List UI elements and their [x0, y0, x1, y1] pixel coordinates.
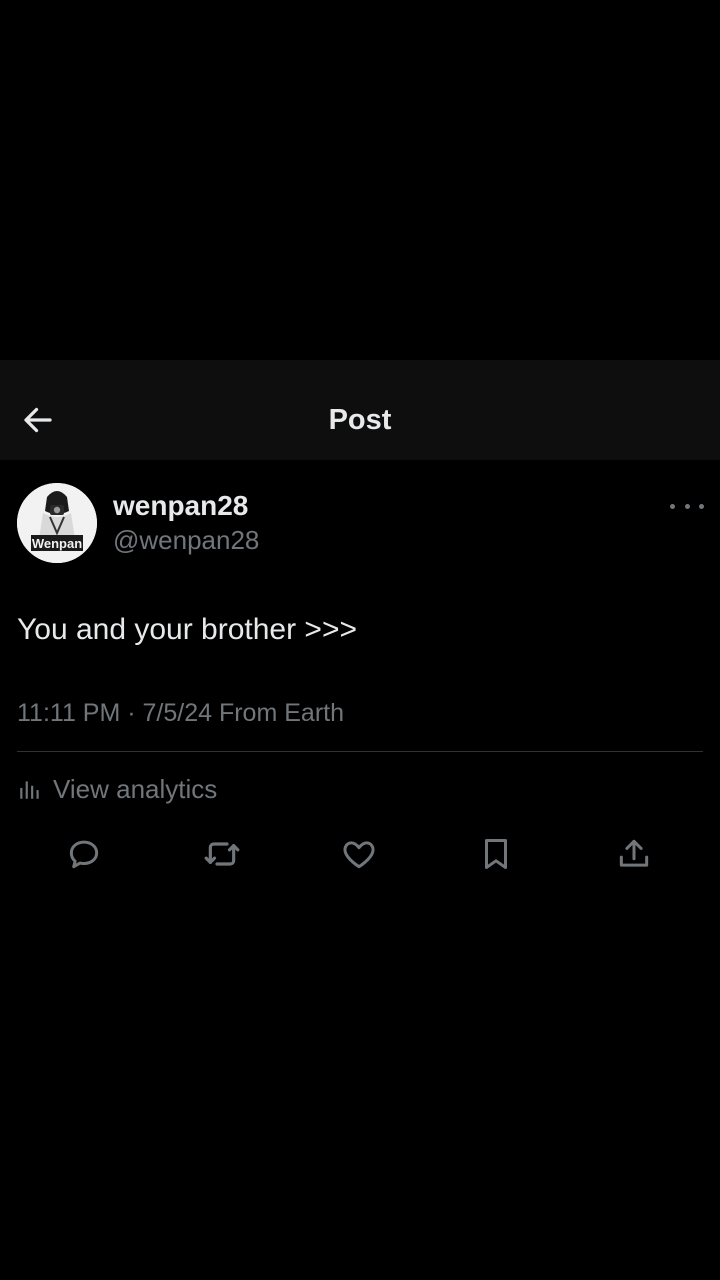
top-bar: Post	[0, 360, 720, 460]
more-options-button[interactable]	[670, 496, 704, 516]
reply-icon	[69, 840, 99, 869]
like-button[interactable]	[337, 832, 381, 876]
action-bar	[0, 832, 720, 876]
avatar[interactable]: Wenpan	[17, 483, 97, 563]
page-title: Post	[328, 404, 392, 436]
reply-button[interactable]	[62, 832, 106, 876]
repost-icon	[204, 842, 240, 866]
share-button[interactable]	[612, 832, 656, 876]
user-handle[interactable]: @wenpan28	[113, 524, 259, 556]
share-icon	[619, 839, 649, 867]
display-name[interactable]: wenpan28	[113, 488, 259, 524]
view-analytics-link[interactable]: View analytics	[17, 770, 217, 808]
avatar-image: Wenpan	[17, 483, 97, 563]
divider	[17, 751, 703, 752]
bookmark-icon	[484, 839, 508, 869]
repost-button[interactable]	[200, 832, 244, 876]
more-dot-icon	[684, 503, 690, 509]
author-info[interactable]: wenpan28 @wenpan28	[113, 488, 259, 556]
heart-icon	[343, 841, 375, 869]
analytics-icon	[20, 781, 39, 799]
avatar-label: Wenpan	[32, 536, 82, 551]
view-analytics-label: View analytics	[53, 774, 218, 804]
more-dot-icon	[670, 503, 675, 509]
more-dot-icon	[699, 503, 704, 509]
bookmark-button[interactable]	[474, 832, 518, 876]
post-text: You and your brother >>>	[17, 613, 357, 646]
post-timestamp: 11:11 PM · 7/5/24 From Earth	[17, 699, 344, 727]
